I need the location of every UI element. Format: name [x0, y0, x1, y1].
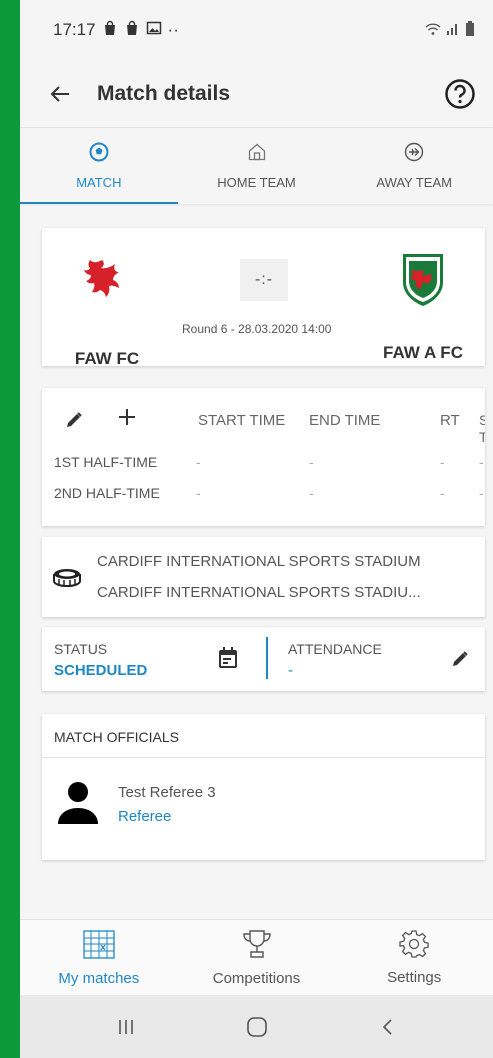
attendance-label: ATTENDANCE — [288, 641, 382, 657]
stadium-address: CARDIFF INTERNATIONAL SPORTS STADIU... — [97, 584, 421, 601]
st-header-line2: T — [479, 429, 485, 445]
welsh-dragon-logo — [84, 252, 130, 307]
period-label: 2ND HALF-TIME — [54, 485, 160, 501]
status-bar: 17:17 ·· — [20, 0, 493, 60]
officials-header: MATCH OFFICIALS — [42, 714, 485, 758]
nav-settings-label: Settings — [387, 969, 442, 986]
rt-header: RT — [440, 412, 460, 429]
match-times-card: START TIME END TIME RT S T 1ST HALF-TIME… — [42, 388, 485, 526]
home-icon — [247, 142, 267, 165]
score-display: -:- — [240, 259, 288, 301]
match-summary-card: FAW FC -:- Round 6 - 28.03.2020 14:00 FA… — [42, 228, 485, 369]
away-team-name: FAW A FC — [383, 343, 463, 362]
trophy-icon — [240, 928, 274, 964]
times-header: START TIME END TIME RT S T — [42, 409, 485, 445]
home-team[interactable]: FAW FC — [72, 252, 142, 369]
st-header-line1: S — [479, 412, 485, 428]
tab-away-team-label: AWAY TEAM — [376, 175, 452, 190]
end-time-value: - — [309, 485, 314, 501]
gear-icon — [399, 929, 429, 963]
start-time-header: START TIME — [198, 412, 286, 429]
wifi-icon — [425, 22, 441, 39]
edit-pencil-icon[interactable] — [64, 410, 84, 434]
shopping-bag-icon — [102, 20, 118, 41]
st-value: - — [479, 454, 484, 470]
round-info: Round 6 - 28.03.2020 14:00 — [182, 322, 332, 336]
period-label: 1ST HALF-TIME — [54, 454, 158, 470]
nav-my-matches-label: My matches — [58, 970, 140, 987]
official-role: Referee — [118, 808, 172, 825]
end-time-value: - — [309, 454, 314, 470]
faw-crest-logo — [397, 250, 449, 313]
table-row[interactable]: 1ST HALF-TIME - - - - — [42, 454, 485, 476]
st-value: - — [479, 485, 484, 501]
rt-value: - — [440, 454, 445, 470]
system-navigation — [20, 995, 493, 1058]
add-plus-icon[interactable] — [116, 406, 138, 432]
official-name: Test Referee 3 — [118, 784, 216, 801]
home-button-icon[interactable] — [237, 1007, 277, 1047]
stadium-icon — [52, 565, 82, 594]
calendar-icon[interactable] — [218, 647, 238, 674]
status-card: STATUS SCHEDULED ATTENDANCE - — [42, 627, 485, 691]
status-divider — [266, 637, 268, 679]
tab-home-team-label: HOME TEAM — [217, 175, 296, 190]
tab-match-label: MATCH — [76, 175, 122, 190]
soccer-ball-icon — [89, 142, 109, 165]
tab-match[interactable]: MATCH — [20, 128, 178, 204]
status-label: STATUS — [54, 641, 108, 657]
match-officials-card: MATCH OFFICIALS Test Referee 3 Referee — [42, 714, 485, 860]
back-arrow-icon[interactable] — [45, 79, 75, 109]
gallery-icon — [146, 20, 162, 41]
start-time-value: - — [196, 454, 201, 470]
recent-apps-icon[interactable] — [106, 1007, 146, 1047]
start-time-value: - — [196, 485, 201, 501]
back-button-icon[interactable] — [368, 1007, 408, 1047]
nav-settings[interactable]: Settings — [335, 920, 493, 995]
nav-my-matches[interactable]: My matches — [20, 920, 178, 995]
rt-value: - — [440, 485, 445, 501]
tab-home-team[interactable]: HOME TEAM — [178, 128, 336, 204]
help-icon[interactable] — [443, 77, 477, 111]
battery-icon — [465, 20, 475, 40]
end-time-header: END TIME — [309, 412, 381, 429]
calendar-grid-icon — [82, 928, 116, 964]
edit-attendance-pencil-icon[interactable] — [450, 649, 470, 674]
more-notifications: ·· — [167, 20, 179, 39]
nav-competitions-label: Competitions — [212, 970, 301, 987]
nav-competitions[interactable]: Competitions — [178, 920, 336, 995]
page-title: Match details — [97, 81, 231, 105]
clock: 17:17 — [53, 20, 96, 39]
stadium-card[interactable]: CARDIFF INTERNATIONAL SPORTS STADIUM CAR… — [42, 537, 485, 617]
signal-icon — [446, 22, 460, 39]
table-row[interactable]: 2ND HALF-TIME - - - - — [42, 485, 485, 507]
away-team[interactable]: FAW A FC — [378, 250, 468, 363]
tab-away-team[interactable]: AWAY TEAM — [335, 128, 493, 204]
tab-bar: MATCH HOME TEAM AWAY TEAM — [20, 128, 493, 204]
airplane-icon — [404, 142, 424, 165]
person-avatar-icon — [56, 780, 100, 831]
shopping-bag-icon — [124, 20, 140, 41]
attendance-value: - — [288, 662, 293, 679]
home-team-name: FAW FC — [74, 349, 140, 368]
status-value: SCHEDULED — [54, 662, 148, 679]
bottom-navigation: My matches Competitions Settings — [20, 919, 493, 995]
app-bar: Match details — [20, 60, 493, 128]
phone-screen: 17:17 ·· Match details MATCH HOME TEAM A… — [20, 0, 493, 1058]
stadium-name: CARDIFF INTERNATIONAL SPORTS STADIUM — [97, 553, 421, 570]
